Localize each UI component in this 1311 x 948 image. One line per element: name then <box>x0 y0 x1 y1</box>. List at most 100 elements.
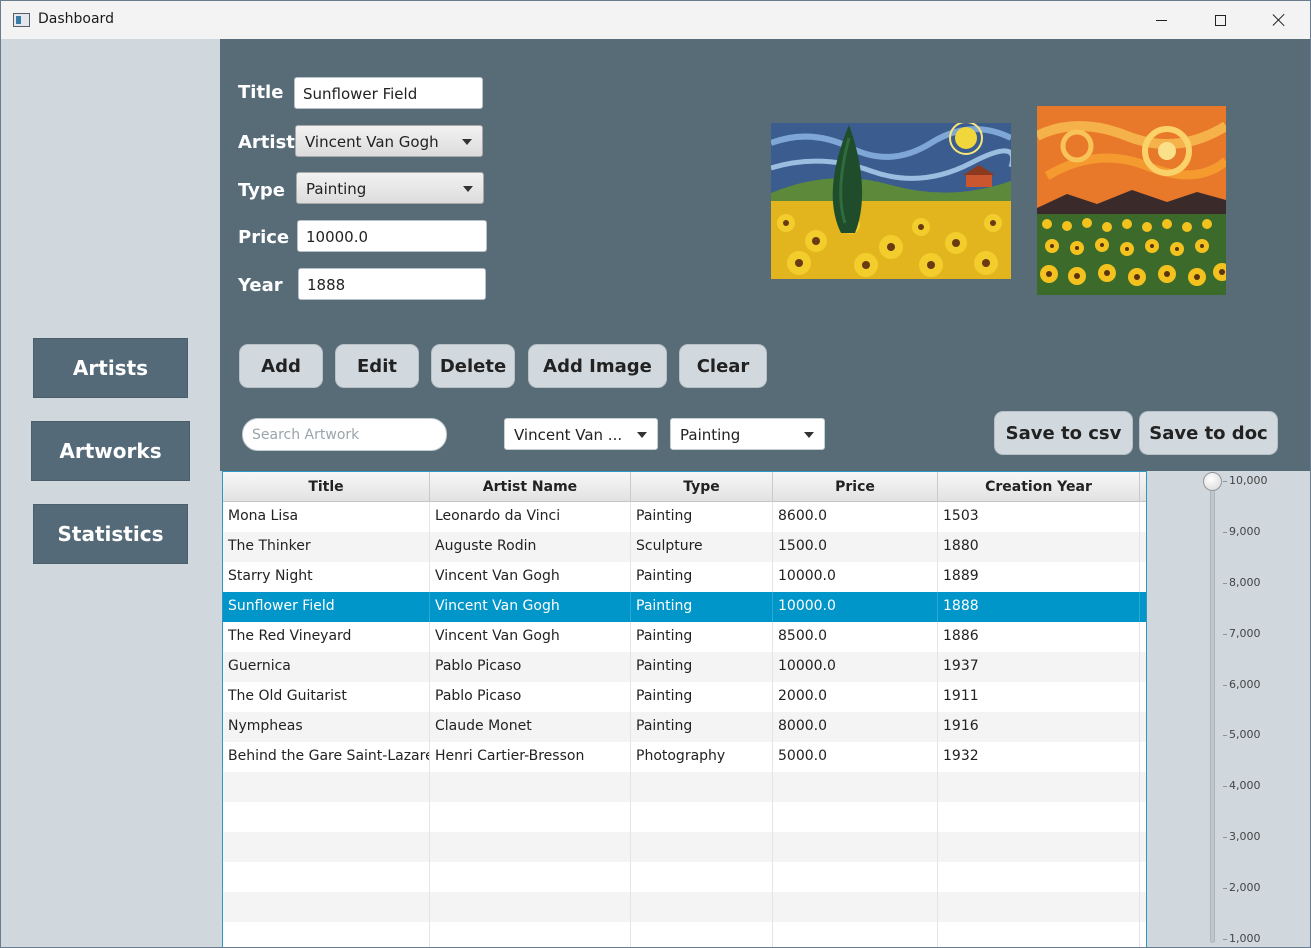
table-cell <box>938 922 1140 947</box>
table-cell: Vincent Van Gogh <box>430 592 631 622</box>
table-cell <box>1140 742 1146 772</box>
artwork-form-panel: Title Sunflower Field Artist Vincent Van… <box>220 39 1310 471</box>
table-cell: 10000.0 <box>773 592 938 622</box>
table-cell: The Old Guitarist <box>223 682 430 712</box>
column-header-type[interactable]: Type <box>631 472 773 502</box>
type-combobox-value: Painting <box>306 180 367 198</box>
title-field[interactable]: Sunflower Field <box>294 77 483 109</box>
artwork-image-2 <box>1037 106 1226 295</box>
slider-tick-label: 9,000 <box>1229 524 1261 538</box>
save-to-csv-button[interactable]: Save to csv <box>994 411 1133 455</box>
slider-tick-label: 1,000 <box>1229 932 1261 945</box>
table-cell: 1503 <box>938 502 1140 532</box>
price-slider-thumb[interactable] <box>1203 472 1222 491</box>
table-cell <box>1140 682 1146 712</box>
table-row <box>223 832 1146 862</box>
table-row <box>223 892 1146 922</box>
artworks-nav-button[interactable]: Artworks <box>31 421 190 481</box>
table-header: Title Artist Name Type Price Creation Ye… <box>223 472 1146 502</box>
maximize-button[interactable] <box>1191 1 1249 39</box>
year-label: Year <box>238 275 283 296</box>
price-label: Price <box>238 227 290 248</box>
table-cell <box>938 802 1140 832</box>
clear-button[interactable]: Clear <box>679 344 767 388</box>
column-header-creation-year[interactable]: Creation Year <box>938 472 1140 502</box>
table-cell <box>223 772 430 802</box>
table-cell: 5000.0 <box>773 742 938 772</box>
type-filter-value: Painting <box>680 426 741 444</box>
column-header-price[interactable]: Price <box>773 472 938 502</box>
table-cell: 10000.0 <box>773 562 938 592</box>
table-cell: The Red Vineyard <box>223 622 430 652</box>
artist-filter-value: Vincent Van ... <box>514 426 623 444</box>
table-cell: Vincent Van Gogh <box>430 562 631 592</box>
table-cell <box>631 862 773 892</box>
year-field[interactable]: 1888 <box>298 268 486 300</box>
edit-button[interactable]: Edit <box>335 344 419 388</box>
table-cell: Auguste Rodin <box>430 532 631 562</box>
table-cell <box>1140 502 1146 532</box>
table-cell <box>1140 562 1146 592</box>
close-button[interactable] <box>1250 1 1308 39</box>
table-cell: Vincent Van Gogh <box>430 622 631 652</box>
app-window: Dashboard Artists Artworks Statistics Ti… <box>0 0 1311 948</box>
type-combobox[interactable]: Painting <box>296 172 484 204</box>
table-cell: Painting <box>631 562 773 592</box>
slider-tick-label: 4,000 <box>1229 779 1261 793</box>
add-button[interactable]: Add <box>239 344 323 388</box>
slider-tick <box>1223 633 1227 635</box>
column-header-artist-name[interactable]: Artist Name <box>430 472 631 502</box>
search-input[interactable]: Search Artwork <box>242 418 447 451</box>
table-cell: Painting <box>631 712 773 742</box>
app-icon <box>13 13 30 27</box>
table-cell <box>773 862 938 892</box>
close-icon <box>1272 13 1286 27</box>
minimize-button[interactable] <box>1132 1 1190 39</box>
artworks-table[interactable]: Title Artist Name Type Price Creation Ye… <box>222 471 1147 947</box>
artwork-image-1 <box>771 123 1011 279</box>
table-cell <box>773 772 938 802</box>
table-row[interactable]: Guernica Pablo Picaso Painting 10000.0 1937 <box>223 652 1146 682</box>
artists-nav-button[interactable]: Artists <box>33 338 188 398</box>
artist-combobox[interactable]: Vincent Van Gogh <box>295 125 483 157</box>
table-cell: The Thinker <box>223 532 430 562</box>
table-cell <box>773 802 938 832</box>
table-cell: Pablo Picaso <box>430 652 631 682</box>
table-row[interactable]: The Old Guitarist Pablo Picaso Painting 200… <box>223 682 1146 712</box>
save-to-doc-button[interactable]: Save to doc <box>1139 411 1278 455</box>
table-row-selected[interactable]: Sunflower Field Vincent Van Gogh Painting 1… <box>223 592 1146 622</box>
table-cell: Leonardo da Vinci <box>430 502 631 532</box>
type-filter-combobox[interactable]: Painting <box>670 418 825 450</box>
column-header-title[interactable]: Title <box>223 472 430 502</box>
slider-tick-label: 2,000 <box>1229 881 1261 895</box>
table-row[interactable]: Nympheas Claude Monet Painting 8000.0 1916 <box>223 712 1146 742</box>
table-row <box>223 772 1146 802</box>
delete-button[interactable]: Delete <box>431 344 515 388</box>
table-cell: Sculpture <box>631 532 773 562</box>
table-row[interactable]: Starry Night Vincent Van Gogh Painting 1000… <box>223 562 1146 592</box>
table-cell: Guernica <box>223 652 430 682</box>
price-slider-track[interactable] <box>1210 481 1215 943</box>
add-image-button[interactable]: Add Image <box>528 344 667 388</box>
table-row <box>223 802 1146 832</box>
maximize-icon <box>1214 14 1226 26</box>
artist-filter-combobox[interactable]: Vincent Van ... <box>504 418 658 450</box>
column-header-filler <box>1140 472 1146 502</box>
table-cell <box>1140 592 1146 622</box>
table-cell: Painting <box>631 682 773 712</box>
table-row[interactable]: The Thinker Auguste Rodin Sculpture 1500.0 1… <box>223 532 1146 562</box>
table-row[interactable]: The Red Vineyard Vincent Van Gogh Painting… <box>223 622 1146 652</box>
table-row[interactable]: Mona Lisa Leonardo da Vinci Painting 8600.0… <box>223 502 1146 532</box>
artist-label: Artist <box>238 132 295 153</box>
slider-tick <box>1223 786 1227 788</box>
statistics-nav-button[interactable]: Statistics <box>33 504 188 564</box>
table-row[interactable]: Behind the Gare Saint-Lazare Henri Cartie… <box>223 742 1146 772</box>
table-cell <box>1140 892 1146 922</box>
table-cell <box>430 772 631 802</box>
table-cell <box>1140 652 1146 682</box>
slider-tick <box>1223 735 1227 737</box>
price-field[interactable]: 10000.0 <box>297 220 487 252</box>
slider-tick <box>1223 684 1227 686</box>
window-title: Dashboard <box>38 11 114 27</box>
chevron-down-icon <box>463 186 473 192</box>
